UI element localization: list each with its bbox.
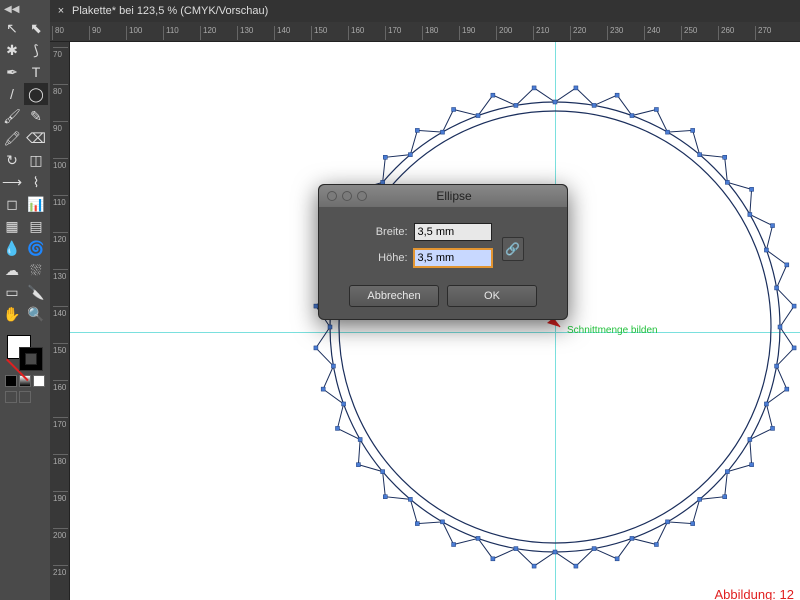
rotate-tool[interactable]: ↻ [0, 149, 24, 171]
pencil-tool[interactable]: ✎ [24, 105, 48, 127]
screen-mode-full[interactable] [19, 391, 31, 403]
tools-collapse-handle[interactable]: ◀◀ [0, 2, 50, 17]
eraser-tool[interactable]: ⌫ [24, 127, 48, 149]
mesh-tool[interactable]: ▦ [0, 215, 24, 237]
ellipse-dialog: Ellipse Breite: Höhe: [318, 184, 568, 320]
fill-stroke-swatch[interactable] [7, 335, 43, 371]
gradient-tool[interactable]: ▤ [24, 215, 48, 237]
perspective-grid-tool[interactable]: 📊 [24, 193, 48, 215]
link-icon: 🔗 [505, 242, 520, 256]
horizontal-ruler: 8090100110120130140150160170180190200210… [50, 22, 800, 42]
canvas[interactable]: Schnittmenge bilden Abbildung: 12 Ellips… [70, 42, 800, 600]
tab-close-button[interactable]: × [54, 5, 68, 17]
line-tool[interactable]: / [0, 83, 24, 105]
symbol-sprayer-tool[interactable]: ☁ [0, 259, 24, 281]
color-mode-solid[interactable] [5, 375, 17, 387]
figure-label: Abbildung: 12 [714, 587, 794, 600]
main-area: × Plakette* bei 123,5 % (CMYK/Vorschau) … [50, 0, 800, 600]
ellipse-tool[interactable]: ◯ [24, 83, 48, 105]
vertical-ruler: 7080901001101201301401501601701801902002… [50, 42, 70, 600]
cancel-button[interactable]: Abbrechen [349, 285, 439, 307]
lasso-tool[interactable]: ⟆ [24, 39, 48, 61]
screen-mode-normal[interactable] [5, 391, 17, 403]
window-minimize-icon[interactable] [342, 191, 352, 201]
artwork-ellipse-path [310, 82, 800, 572]
artboard-tool[interactable]: ▭ [0, 281, 24, 303]
blend-tool[interactable]: 🌀 [24, 237, 48, 259]
type-tool[interactable]: T [24, 61, 48, 83]
slice-tool[interactable]: 🔪 [24, 281, 48, 303]
shape-builder-tool[interactable]: ◻ [0, 193, 24, 215]
selection-tool[interactable]: ↖ [0, 17, 24, 39]
scale-tool[interactable]: ◫ [24, 149, 48, 171]
width-label: Breite: [363, 226, 408, 238]
document-tab-bar: × Plakette* bei 123,5 % (CMYK/Vorschau) [50, 0, 800, 22]
dialog-title: Ellipse [375, 189, 567, 203]
stroke-color[interactable] [19, 347, 43, 371]
window-close-icon[interactable] [327, 191, 337, 201]
hand-tool[interactable]: ✋ [0, 303, 24, 325]
width-tool[interactable]: ⟶ [0, 171, 24, 193]
window-zoom-icon[interactable] [357, 191, 367, 201]
magic-wand-tool[interactable]: ✱ [0, 39, 24, 61]
eyedropper-tool[interactable]: 💧 [0, 237, 24, 259]
document-title: Plakette* bei 123,5 % (CMYK/Vorschau) [68, 5, 272, 17]
color-mode-none[interactable] [33, 375, 45, 387]
canvas-tooltip: Schnittmenge bilden [567, 325, 658, 336]
height-input[interactable] [414, 249, 492, 267]
constrain-proportions-button[interactable]: 🔗 [502, 237, 524, 261]
tools-panel: ◀◀ ↖ ⬉ ✱ ⟆ ✒ T / ◯ 🖌 ✎ 🖍 ⌫ ↻ ◫ ⟶ [0, 0, 50, 600]
paintbrush-tool[interactable]: 🖌 [0, 105, 24, 127]
ok-button[interactable]: OK [447, 285, 537, 307]
dialog-titlebar[interactable]: Ellipse [319, 185, 567, 207]
pen-tool[interactable]: ✒ [0, 61, 24, 83]
direct-selection-tool[interactable]: ⬉ [24, 17, 48, 39]
blob-brush-tool[interactable]: 🖍 [0, 127, 24, 149]
zoom-tool[interactable]: 🔍 [24, 303, 48, 325]
height-label: Höhe: [363, 252, 408, 264]
warp-tool[interactable]: ⌇ [24, 171, 48, 193]
column-graph-tool[interactable]: ⛆ [24, 259, 48, 281]
width-input[interactable] [414, 223, 492, 241]
